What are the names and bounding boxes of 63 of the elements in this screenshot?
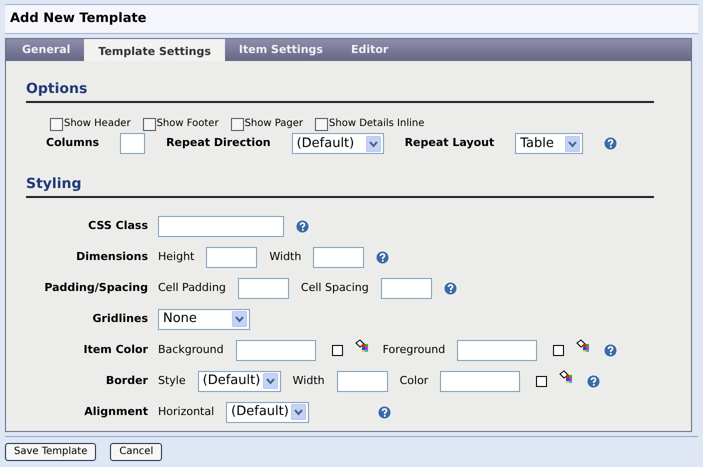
dropdown[interactable]: None: [158, 308, 250, 330]
field-label: Foreground: [382, 342, 446, 358]
input-field[interactable]: [236, 340, 316, 360]
checkbox-label: Show Details Inline: [329, 117, 424, 131]
field-label: Repeat Direction: [166, 135, 271, 152]
section-heading: Styling: [26, 176, 82, 192]
dropdown[interactable]: (Default): [292, 133, 384, 154]
help-icon[interactable]: [378, 406, 392, 418]
input-field[interactable]: [457, 340, 538, 360]
dropdown[interactable]: Table: [515, 133, 584, 154]
row-label: Dimensions: [75, 248, 148, 265]
section-heading: Options: [26, 81, 88, 97]
color-swatch[interactable]: [332, 344, 343, 356]
field-label: Cell Spacing: [300, 280, 369, 296]
field-label: Columns: [46, 135, 100, 152]
field-label: Style: [158, 372, 186, 389]
input-field[interactable]: [440, 370, 520, 392]
color-swatch[interactable]: [553, 344, 564, 356]
color-swatch[interactable]: [536, 376, 548, 386]
checkbox-label: Show Header: [64, 117, 131, 131]
tab[interactable]: Item Settings: [224, 39, 337, 61]
field-label: Width: [269, 248, 302, 265]
help-icon[interactable]: [296, 220, 309, 232]
input-field[interactable]: [158, 216, 284, 236]
help-icon[interactable]: [376, 250, 390, 264]
row-label: Item Color: [82, 342, 148, 358]
checkbox[interactable]: [142, 118, 156, 131]
help-icon[interactable]: [604, 344, 618, 356]
input-field[interactable]: [120, 133, 146, 154]
input-field[interactable]: [313, 246, 364, 268]
row-label: Border: [104, 372, 148, 389]
help-icon[interactable]: [444, 282, 457, 294]
checkbox[interactable]: [315, 118, 328, 131]
tab[interactable]: Template Settings: [84, 39, 225, 61]
help-icon[interactable]: [604, 137, 618, 150]
form-button[interactable]: Cancel: [110, 443, 162, 461]
page-title: Add New Template: [10, 10, 146, 28]
checkbox-label: Show Footer: [156, 117, 219, 131]
row-label: CSS Class: [87, 218, 148, 234]
dropdown[interactable]: (Default): [198, 370, 281, 392]
field-label: Color: [400, 372, 428, 389]
dropdown[interactable]: (Default): [226, 402, 310, 422]
tab[interactable]: General: [8, 39, 84, 61]
field-label: Height: [158, 248, 194, 265]
field-label: Horizontal: [158, 404, 214, 420]
row-label: Gridlines: [92, 310, 148, 327]
help-icon[interactable]: [587, 374, 600, 388]
form-button[interactable]: Save Template: [5, 443, 96, 461]
checkbox-label: Show Pager: [244, 117, 304, 131]
row-label: Alignment: [83, 404, 148, 420]
input-field[interactable]: [380, 278, 432, 298]
color-picker-icon[interactable]: [354, 339, 371, 353]
checkbox[interactable]: [230, 118, 244, 131]
input-field[interactable]: [206, 246, 258, 268]
row-label: Padding/Spacing: [43, 280, 148, 296]
checkbox[interactable]: [50, 118, 63, 131]
input-field[interactable]: [238, 278, 289, 298]
tab[interactable]: Editor: [336, 39, 402, 61]
field-label: Width: [292, 372, 325, 389]
field-label: Repeat Layout: [404, 135, 494, 152]
field-label: Background: [158, 342, 224, 358]
field-label: Cell Padding: [158, 280, 226, 296]
input-field[interactable]: [336, 370, 388, 392]
